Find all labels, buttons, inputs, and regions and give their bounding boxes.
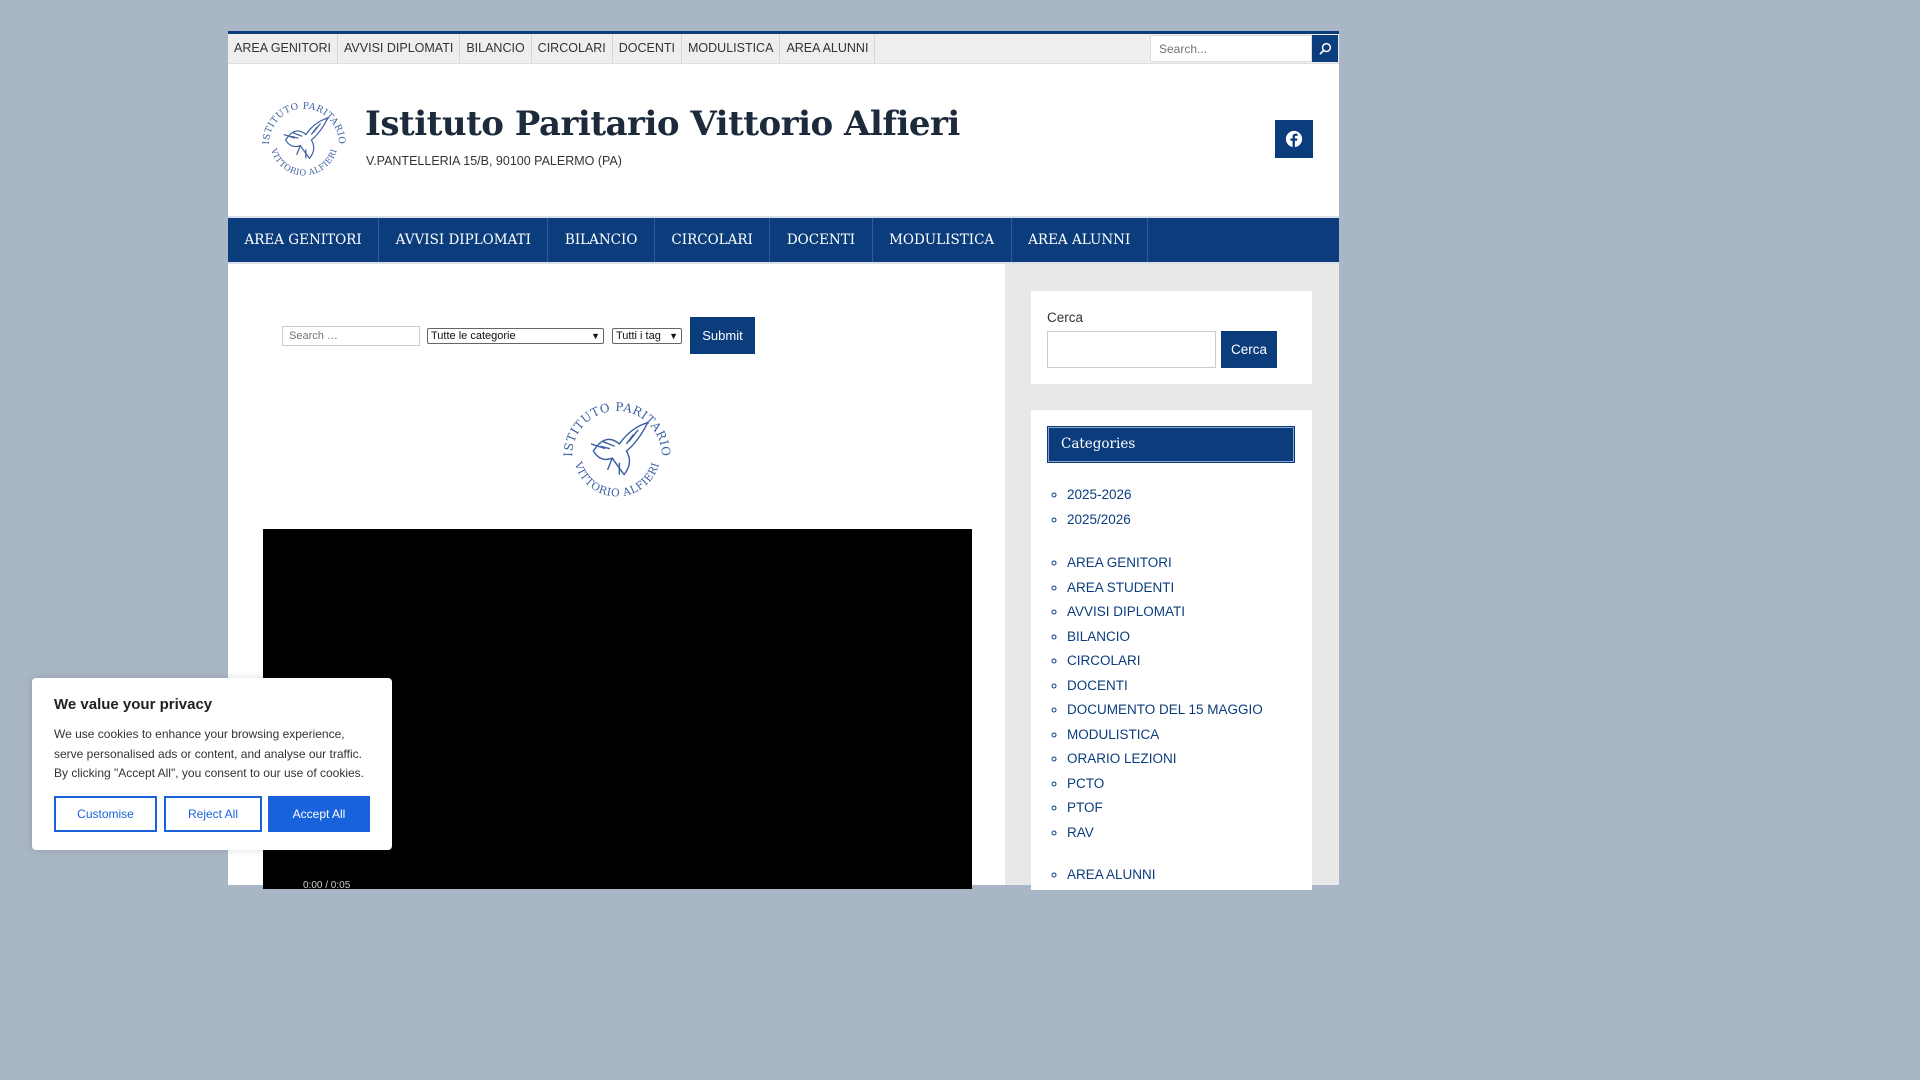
main-nav-area-alunni[interactable]: AREA ALUNNI xyxy=(1012,218,1148,262)
page-container: AREA GENITORI AVVISI DIPLOMATI BILANCIO … xyxy=(228,31,1339,891)
video-time: 0:00 / 0:05 xyxy=(303,880,351,891)
category-link[interactable]: AREA GENITORI xyxy=(1067,551,1263,576)
top-nav-avvisi-diplomati[interactable]: AVVISI DIPLOMATI xyxy=(338,34,461,63)
cookie-title: We value your privacy xyxy=(54,696,213,713)
customise-button[interactable]: Customise xyxy=(54,796,157,832)
main-nav: AREA GENITORI AVVISI DIPLOMATI BILANCIO … xyxy=(228,216,1339,264)
category-link[interactable]: MODULISTICA xyxy=(1067,723,1263,748)
top-nav: AREA GENITORI AVVISI DIPLOMATI BILANCIO … xyxy=(228,34,876,63)
categories-title: Categories xyxy=(1047,426,1295,463)
sidebar: Cerca Cerca Categories 2025-2026 2025/20… xyxy=(1005,264,1339,890)
main-nav-avvisi-diplomati[interactable]: AVVISI DIPLOMATI xyxy=(379,218,549,262)
category-link[interactable]: BILANCIO xyxy=(1067,625,1263,650)
top-nav-modulistica[interactable]: MODULISTICA xyxy=(682,34,781,63)
top-search-button[interactable] xyxy=(1312,35,1338,62)
category-link[interactable]: AREA ALUNNI xyxy=(1067,863,1156,888)
main-nav-bilancio[interactable]: BILANCIO xyxy=(548,218,655,262)
cookie-text: We use cookies to enhance your browsing … xyxy=(54,727,365,780)
search-icon xyxy=(1319,42,1331,55)
facebook-icon xyxy=(1285,130,1303,148)
top-nav-docenti[interactable]: DOCENTI xyxy=(613,34,682,63)
category-select[interactable]: Tutte le categorie ▼ xyxy=(427,328,604,344)
category-link[interactable]: CIRCOLARI xyxy=(1067,649,1263,674)
cookie-banner: We value your privacy We use cookies to … xyxy=(32,678,392,850)
top-nav-bilancio[interactable]: BILANCIO xyxy=(460,34,532,63)
tag-select[interactable]: Tutti i tag ▼ xyxy=(612,328,682,344)
tag-select-value: Tutti i tag xyxy=(616,330,661,342)
site-title[interactable]: Istituto Paritario Vittorio Alfieri xyxy=(365,104,960,144)
svg-text:ISTITUTO PARITARIO: ISTITUTO PARITARIO xyxy=(261,101,347,145)
category-link[interactable]: 2025/2026 xyxy=(1067,508,1132,533)
search-widget-label: Cerca xyxy=(1047,310,1084,325)
main-nav-area-genitori[interactable]: AREA GENITORI xyxy=(228,218,380,262)
category-select-value: Tutte le categorie xyxy=(431,330,516,342)
search-widget-button[interactable]: Cerca xyxy=(1221,331,1277,368)
filter-search-input[interactable] xyxy=(282,326,420,346)
category-link[interactable]: 2025-2026 xyxy=(1067,483,1132,508)
accept-all-button[interactable]: Accept All xyxy=(268,796,370,832)
chevron-down-icon: ▼ xyxy=(591,331,600,341)
top-search-input[interactable] xyxy=(1150,35,1312,62)
top-nav-circolari[interactable]: CIRCOLARI xyxy=(532,34,613,63)
facebook-button[interactable] xyxy=(1275,120,1313,158)
school-logo-large: ISTITUTO PARITARIO VITTORIO ALFIERI xyxy=(561,400,673,500)
reject-all-button[interactable]: Reject All xyxy=(164,796,262,832)
search-widget-input[interactable] xyxy=(1047,331,1216,368)
top-search xyxy=(1150,34,1338,63)
svg-text:ISTITUTO PARITARIO: ISTITUTO PARITARIO xyxy=(561,400,673,457)
category-link[interactable]: ORARIO LEZIONI xyxy=(1067,747,1263,772)
category-link[interactable]: AVVISI DIPLOMATI xyxy=(1067,600,1263,625)
school-logo[interactable]: ISTITUTO PARITARIO VITTORIO ALFIERI xyxy=(258,94,350,186)
top-nav-area-alunni[interactable]: AREA ALUNNI xyxy=(780,34,874,63)
main-nav-modulistica[interactable]: MODULISTICA xyxy=(873,218,1012,262)
main-nav-circolari[interactable]: CIRCOLARI xyxy=(655,218,771,262)
submit-button[interactable]: Submit xyxy=(690,317,755,354)
category-link[interactable]: PTOF xyxy=(1067,796,1263,821)
category-list-3: AREA ALUNNI xyxy=(1047,863,1156,888)
category-link[interactable]: DOCUMENTO DEL 15 MAGGIO xyxy=(1067,698,1263,723)
category-list-2: AREA GENITORI AREA STUDENTI AVVISI DIPLO… xyxy=(1047,551,1263,845)
category-link[interactable]: AREA STUDENTI xyxy=(1067,576,1263,601)
top-nav-area-genitori[interactable]: AREA GENITORI xyxy=(228,34,339,63)
categories-widget: Categories 2025-2026 2025/2026 AREA GENI… xyxy=(1031,410,1312,890)
category-link[interactable]: RAV xyxy=(1067,821,1263,846)
category-link[interactable]: PCTO xyxy=(1067,772,1263,797)
chevron-down-icon: ▼ xyxy=(669,331,678,341)
main-nav-docenti[interactable]: DOCENTI xyxy=(770,218,873,262)
search-widget: Cerca Cerca xyxy=(1031,291,1312,384)
category-link[interactable]: DOCENTI xyxy=(1067,674,1263,699)
category-list-1: 2025-2026 2025/2026 xyxy=(1047,483,1132,532)
site-description: V.PANTELLERIA 15/B, 90100 PALERMO (PA) xyxy=(366,154,622,168)
top-bar: AREA GENITORI AVVISI DIPLOMATI BILANCIO … xyxy=(228,34,1339,64)
